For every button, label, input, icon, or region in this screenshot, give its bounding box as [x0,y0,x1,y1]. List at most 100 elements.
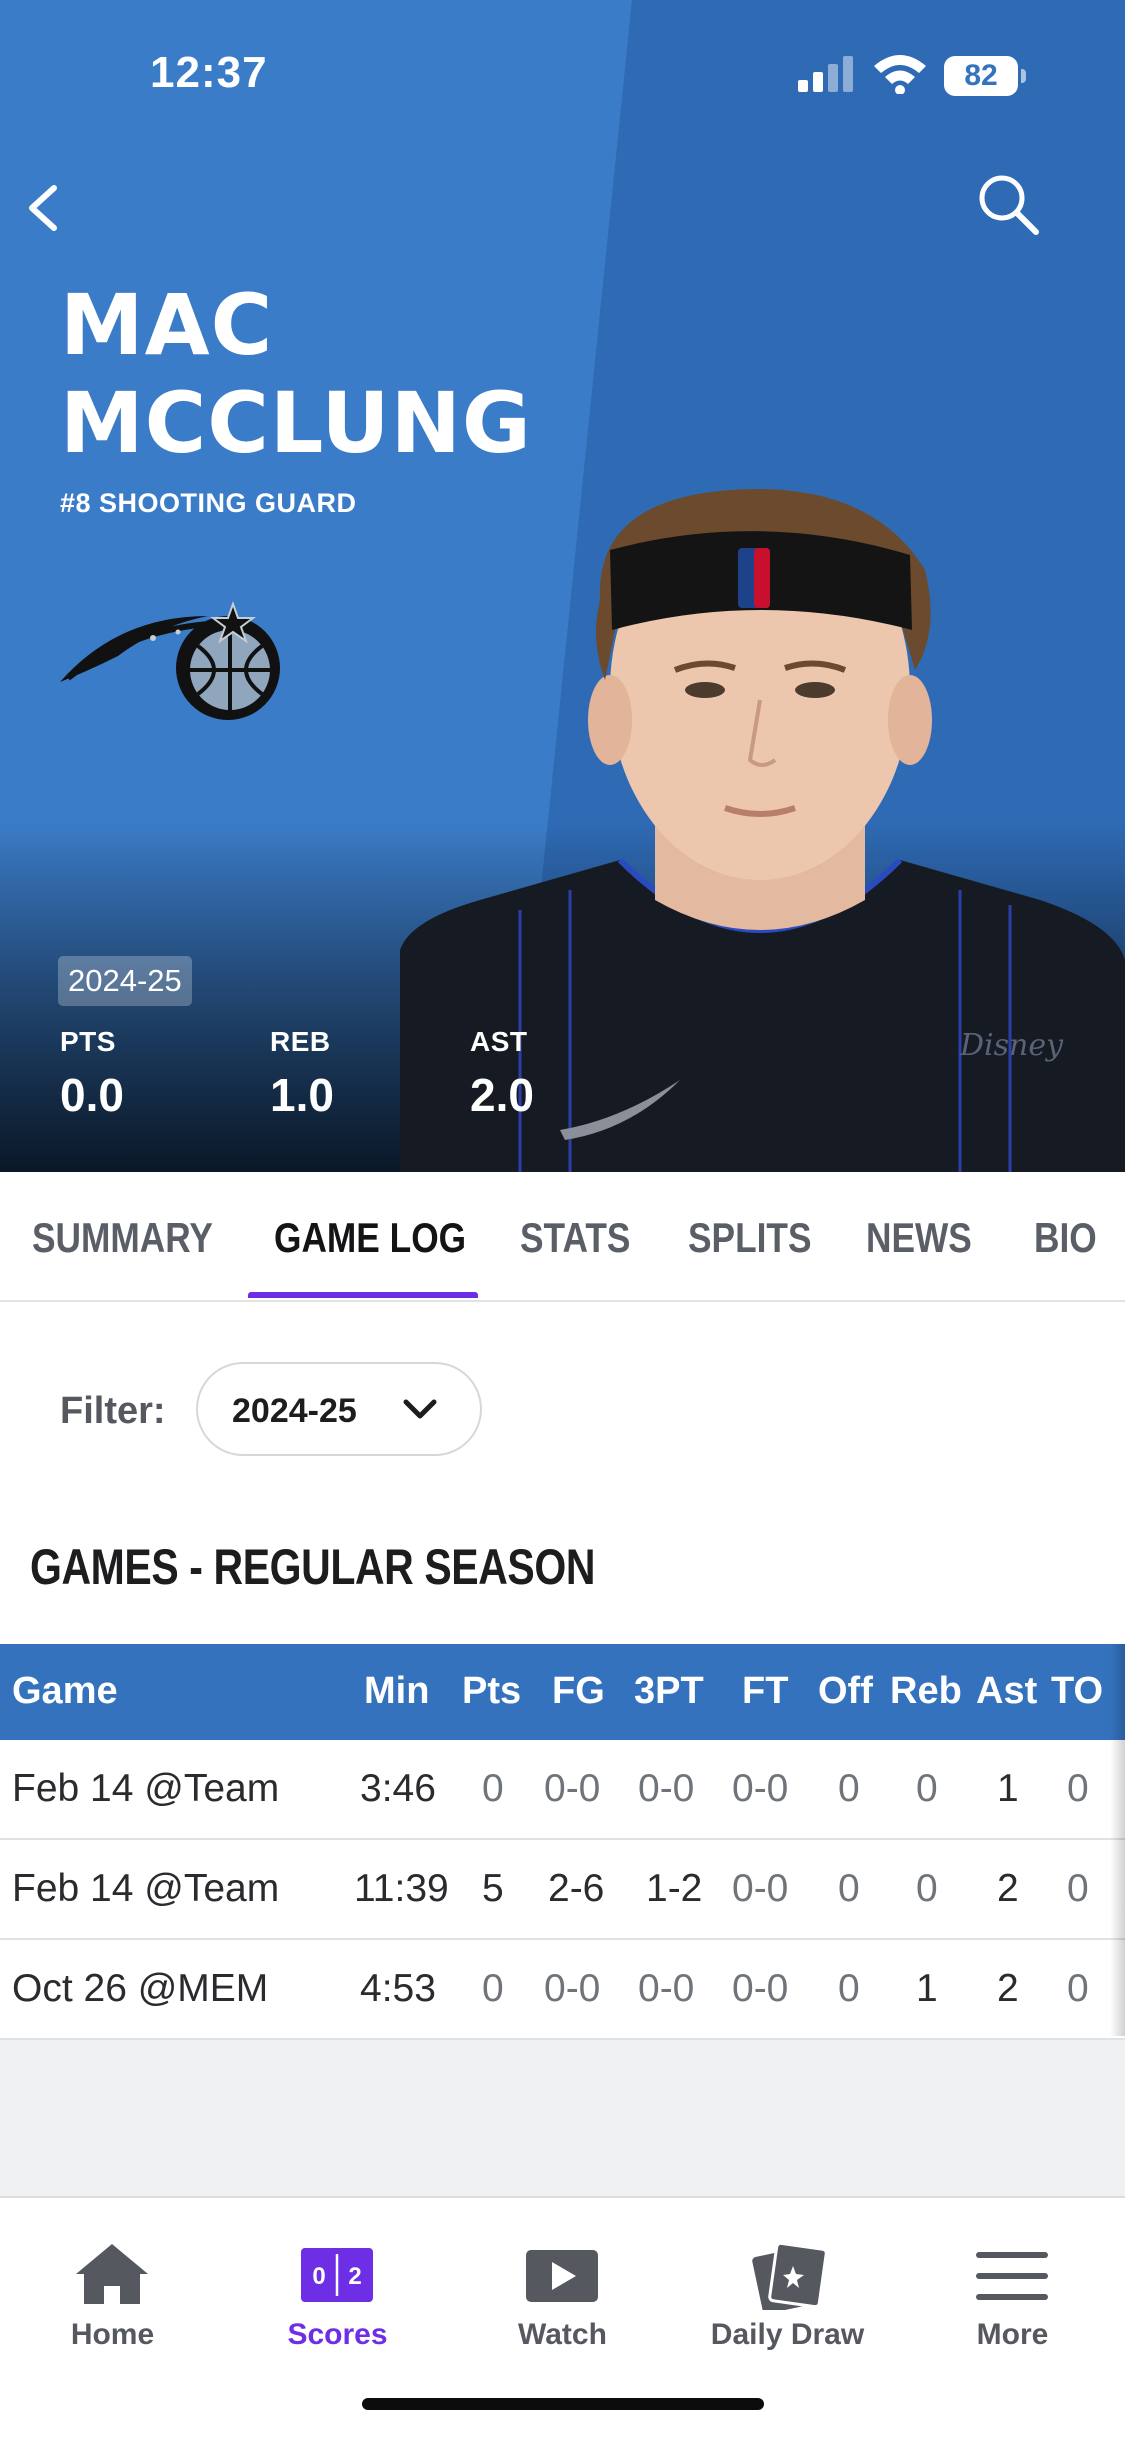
tab-summary[interactable]: SUMMARY [32,1214,213,1262]
cell-3pt: 0-0 [638,1767,695,1810]
nav-watch[interactable]: Watch [450,2218,675,2358]
scores-icon: 0 2 [301,2248,373,2302]
cell-fg: 0-0 [544,1767,601,1810]
status-time: 12:37 [150,48,268,97]
cell-reb: 0 [916,1767,938,1810]
cellular-signal-icon [798,56,853,92]
tab-game-log[interactable]: GAME LOG [274,1214,466,1262]
header-min: Min [364,1670,430,1712]
player-hero: Disney 12:37 82 MAC MCCLUNG #8 SHOOTING … [0,0,1125,1172]
cards-icon [752,2241,828,2310]
stat-label: AST [470,1026,528,1057]
cell-fg: 0-0 [544,1967,601,2010]
cell-off: 0 [838,1967,860,2010]
player-first-name: MAC [60,276,274,374]
cell-ft: 0-0 [732,1767,789,1810]
cell-reb: 0 [916,1867,938,1910]
table-row[interactable]: Oct 26 @MEM 4:53 0 0-0 0-0 0-0 0 1 2 0 [0,1940,1125,2040]
search-icon[interactable] [972,168,1044,240]
cell-game: Oct 26 @MEM [12,1967,269,2010]
cell-pts: 0 [482,1767,504,1810]
cell-off: 0 [838,1867,860,1910]
header-ft: FT [742,1670,789,1712]
nav-scores[interactable]: 0 2 Scores [225,2218,450,2358]
cell-to: 0 [1067,1967,1089,2010]
home-indicator [362,2398,764,2410]
table-header: Game Min Pts FG 3PT FT Off Reb Ast TO [0,1644,1125,1740]
stat-value: 1.0 [270,1069,334,1121]
game-log-content: Filter: 2024-25 GAMES - REGULAR SEASON G… [0,1302,1125,2040]
cell-ft: 0-0 [732,1867,789,1910]
chevron-down-icon [403,1399,437,1419]
header-fg: FG [552,1670,605,1712]
svg-text:0: 0 [312,2263,325,2290]
nav-more[interactable]: More [900,2218,1125,2358]
filter-label: Filter: [60,1390,166,1432]
cell-game: Feb 14 @Team [12,1767,280,1810]
wifi-icon [874,55,926,94]
cell-fg: 2-6 [548,1867,605,1910]
status-bar: 12:37 82 [0,0,1125,140]
player-tabs: SUMMARY GAME LOG STATS SPLITS NEWS BIO [0,1172,1125,1302]
stat-assists: AST 2.0 [470,1026,534,1122]
stat-points: PTS 0.0 [60,1026,124,1122]
table-row[interactable]: Feb 14 @Team 11:39 5 2-6 1-2 0-0 0 0 2 0 [0,1840,1125,1940]
game-log-table: Game Min Pts FG 3PT FT Off Reb Ast TO Fe… [0,1644,1125,2040]
stat-label: REB [270,1026,331,1057]
nav-label: Scores [287,2318,388,2351]
battery-icon: 82 [944,56,1018,96]
cell-reb: 1 [916,1967,938,2010]
svg-text:2: 2 [348,2263,361,2290]
svg-text:Disney: Disney [959,1028,1064,1063]
header-to: TO [1051,1670,1104,1712]
home-icon [76,2244,148,2304]
cell-ast: 2 [997,1867,1019,1910]
cell-3pt: 1-2 [646,1867,703,1910]
play-icon [526,2250,598,2302]
tab-stats[interactable]: STATS [520,1214,630,1262]
battery-tip [1021,69,1026,83]
header-pts: Pts [462,1670,522,1712]
tab-splits[interactable]: SPLITS [688,1214,812,1262]
section-title: GAMES - REGULAR SEASON [30,1539,596,1595]
nav-daily-draw[interactable]: Daily Draw [675,2218,900,2358]
nav-label: Home [70,2318,155,2351]
season-filter-dropdown[interactable]: 2024-25 [196,1362,482,1456]
cell-ast: 2 [997,1967,1019,2010]
player-last-name: MCCLUNG [60,374,532,472]
tab-news[interactable]: NEWS [866,1214,972,1262]
active-tab-indicator [248,1292,478,1298]
tab-bio[interactable]: BIO [1034,1214,1097,1262]
header-off: Off [818,1670,873,1712]
season-badge: 2024-25 [58,956,192,1006]
cell-min: 3:46 [360,1767,436,1810]
cell-off: 0 [838,1767,860,1810]
header-game: Game [12,1670,118,1712]
stat-rebounds: REB 1.0 [270,1026,334,1122]
cell-min: 4:53 [360,1967,436,2010]
season-filter-value: 2024-25 [232,1392,357,1430]
cell-pts: 5 [482,1867,504,1910]
nav-label: Daily Draw [710,2318,865,2351]
header-reb: Reb [890,1670,962,1712]
cell-min: 11:39 [354,1867,449,1910]
stat-value: 2.0 [470,1069,534,1121]
nav-home[interactable]: Home [0,2218,225,2358]
stat-value: 0.0 [60,1069,124,1121]
table-row[interactable]: Feb 14 @Team 3:46 0 0-0 0-0 0-0 0 0 1 0 [0,1740,1125,1840]
stat-label: PTS [60,1026,116,1057]
header-3pt: 3PT [634,1670,704,1712]
orlando-magic-logo [60,601,280,720]
cell-ft: 0-0 [732,1967,789,2010]
cell-pts: 0 [482,1967,504,2010]
menu-icon [976,2252,1048,2300]
cell-ast: 1 [997,1767,1019,1810]
back-chevron-icon[interactable] [18,178,70,238]
cell-to: 0 [1067,1767,1089,1810]
cell-game: Feb 14 @Team [12,1867,280,1910]
cell-to: 0 [1067,1867,1089,1910]
player-number-position: #8 SHOOTING GUARD [60,488,357,518]
cell-3pt: 0-0 [638,1967,695,2010]
nav-label: More [976,2318,1049,2351]
header-ast: Ast [976,1670,1038,1712]
